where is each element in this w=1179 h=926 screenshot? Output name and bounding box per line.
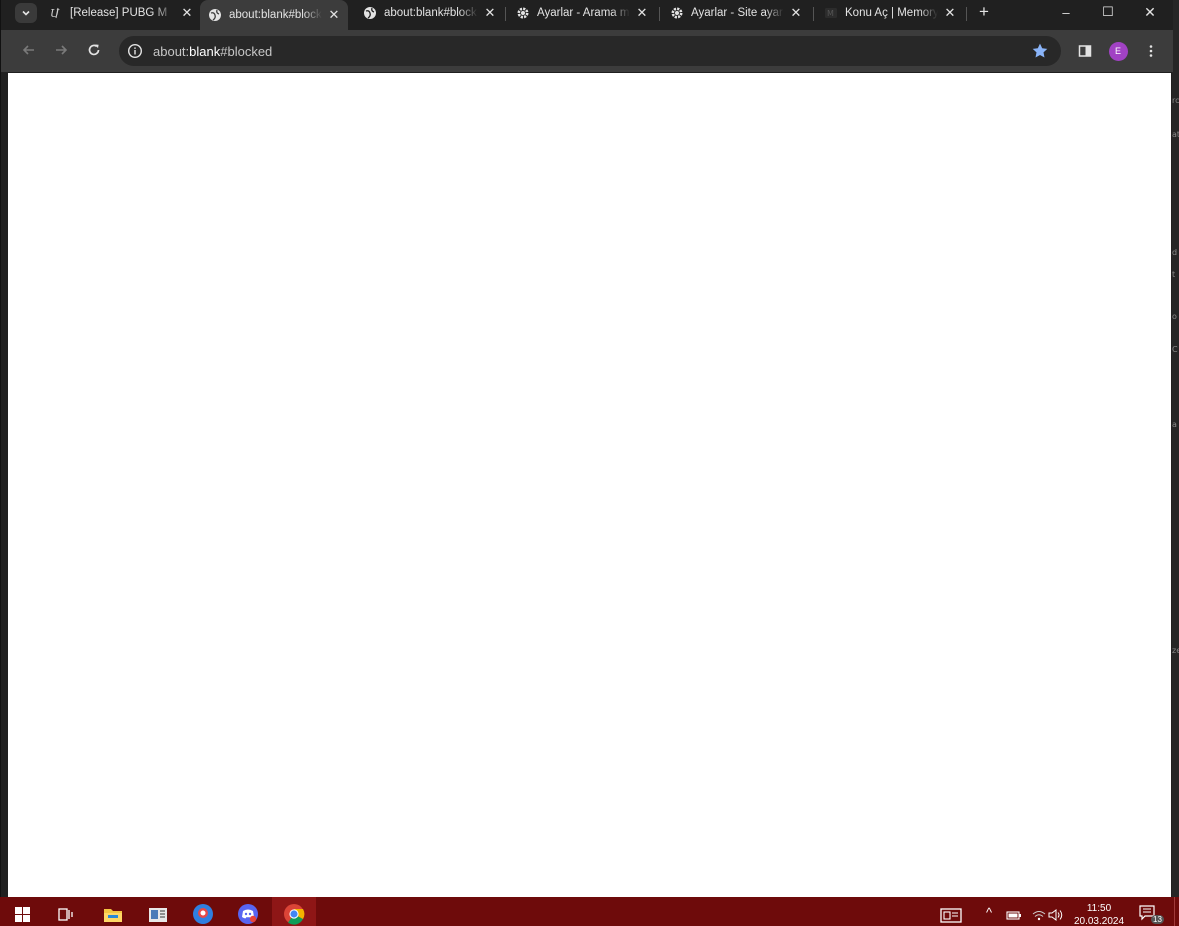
url-text[interactable]: about:blank#blocked [153, 44, 272, 59]
side-panel-button[interactable] [1075, 41, 1095, 61]
chevron-down-icon [22, 10, 30, 16]
tab-konu-ac-memory[interactable]: M Konu Aç | Memory ✕ [824, 0, 958, 26]
tab-title: Konu Aç | Memory [845, 7, 938, 19]
discord-icon [238, 904, 258, 924]
discord-button[interactable] [236, 902, 260, 926]
arrow-left-icon [22, 45, 34, 55]
battery-icon [1006, 911, 1021, 920]
volume-icon [1048, 909, 1063, 921]
chrome-icon [284, 904, 305, 925]
tab-separator [659, 7, 660, 21]
tab-title: [Release] PUBG M [70, 7, 168, 19]
tab-about-blank-active[interactable]: about:blank#block ✕ [200, 0, 348, 30]
close-tab-icon[interactable]: ✕ [179, 5, 195, 21]
globe-icon [208, 8, 222, 22]
url-scheme: about: [153, 44, 190, 59]
browser-toolbar: about:blank#blocked E [1, 30, 1173, 72]
background-window-fragment: at [1172, 130, 1179, 139]
windows-start-icon [14, 906, 30, 922]
background-window-fragment: C [1172, 345, 1178, 354]
unknowncheats-icon: U [49, 6, 63, 20]
search-globe-button[interactable] [191, 902, 215, 926]
taskbar: ^ 11:50 20.03.2024 13 [0, 897, 1179, 926]
side-panel-icon [1078, 45, 1092, 57]
quick-note-button[interactable] [939, 903, 963, 926]
tab-title: about:blank#block [384, 7, 477, 19]
close-tab-icon[interactable]: ✕ [634, 5, 650, 21]
tab-ayarlar-site[interactable]: Ayarlar - Site ayar ✕ [670, 0, 804, 26]
minimize-button[interactable]: – [1045, 0, 1087, 24]
maximize-button[interactable]: ☐ [1087, 0, 1129, 24]
tab-separator [813, 7, 814, 21]
tab-title: about:blank#block [229, 9, 322, 21]
windows-start-button[interactable] [10, 902, 34, 926]
tab-title: Ayarlar - Site ayar [691, 7, 783, 19]
page-content[interactable] [8, 73, 1171, 897]
show-desktop-button[interactable] [1174, 897, 1175, 926]
tab-release-pubg[interactable]: U [Release] PUBG M ✕ [49, 0, 195, 26]
background-window-fragment: rc [1172, 96, 1179, 105]
clock-date: 20.03.2024 [1073, 916, 1125, 926]
background-window-fragment: t [1172, 270, 1176, 279]
desktop: rc at d t o C a ze U [Release] PUBG M ✕ [0, 0, 1179, 926]
avatar: E [1108, 41, 1128, 61]
news-icon [149, 907, 167, 922]
background-window-fragment: o [1172, 312, 1177, 321]
menu-button[interactable] [1141, 41, 1161, 61]
task-view-button[interactable] [54, 902, 78, 926]
background-window-fragment: ze [1172, 646, 1179, 655]
news-app-button[interactable] [146, 902, 170, 926]
tab-strip: U [Release] PUBG M ✕ about:blank#block ✕… [1, 0, 1173, 30]
gear-icon [670, 6, 684, 20]
memory-icon: M [824, 6, 838, 20]
search-globe-icon [193, 904, 213, 924]
system-clock[interactable]: 11:50 20.03.2024 [1073, 902, 1125, 926]
close-window-button[interactable]: ✕ [1129, 0, 1171, 24]
tab-search-button[interactable] [15, 3, 37, 23]
file-explorer-icon [104, 908, 122, 922]
close-tab-icon[interactable]: ✕ [326, 7, 342, 23]
svg-text:U: U [50, 7, 60, 20]
close-tab-icon[interactable]: ✕ [788, 5, 804, 21]
background-window-fragment: a [1172, 420, 1177, 429]
close-tab-icon[interactable]: ✕ [482, 5, 498, 21]
wifi-button[interactable] [1030, 903, 1048, 926]
svg-text:M: M [827, 9, 834, 18]
background-window-fragment: d [1172, 248, 1178, 257]
info-icon[interactable] [127, 43, 143, 59]
tray-overflow-chevron[interactable]: ^ [986, 905, 992, 920]
news-widget-icon [940, 908, 962, 923]
close-tab-icon[interactable]: ✕ [942, 5, 958, 21]
tab-separator [505, 7, 506, 21]
tab-about-blank[interactable]: about:blank#block ✕ [363, 0, 498, 26]
address-bar[interactable]: about:blank#blocked [119, 36, 1061, 66]
battery-button[interactable] [1005, 903, 1023, 926]
url-host: blank [189, 44, 221, 59]
tab-title: Ayarlar - Arama m [537, 7, 630, 19]
profile-button[interactable]: E [1108, 41, 1128, 61]
url-fragment: #blocked [220, 44, 273, 59]
back-button[interactable] [19, 40, 39, 60]
reload-icon [88, 44, 100, 56]
bookmark-star-icon[interactable] [1031, 42, 1049, 60]
notification-count-badge: 13 [1151, 915, 1164, 924]
task-view-icon [58, 907, 73, 921]
globe-icon [363, 6, 377, 20]
forward-button[interactable] [51, 40, 71, 60]
wifi-icon [1032, 911, 1046, 921]
reload-button[interactable] [84, 40, 104, 60]
gear-icon [516, 6, 530, 20]
arrow-right-icon [56, 45, 68, 55]
file-explorer-button[interactable] [101, 902, 125, 926]
tab-separator [966, 7, 967, 21]
volume-button[interactable] [1047, 903, 1065, 926]
new-tab-button[interactable]: + [975, 2, 993, 21]
more-vert-icon [1149, 45, 1153, 57]
chrome-taskbar-button[interactable] [282, 902, 306, 926]
browser-window: U [Release] PUBG M ✕ about:blank#block ✕… [0, 0, 1173, 897]
clock-time: 11:50 [1086, 903, 1112, 914]
tab-ayarlar-arama[interactable]: Ayarlar - Arama m ✕ [516, 0, 650, 26]
